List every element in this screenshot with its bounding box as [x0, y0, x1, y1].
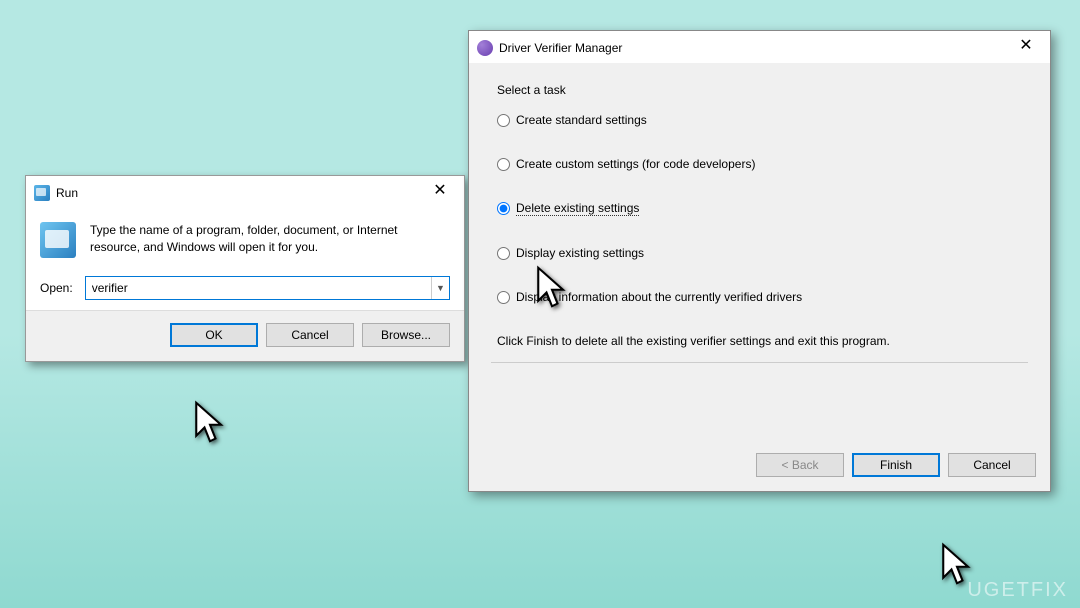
- ok-button[interactable]: OK: [170, 323, 258, 347]
- verifier-title: Driver Verifier Manager: [499, 41, 622, 55]
- open-input[interactable]: [86, 277, 431, 299]
- chevron-down-icon[interactable]: ▼: [431, 277, 449, 299]
- back-button[interactable]: < Back: [756, 453, 844, 477]
- cancel-button[interactable]: Cancel: [948, 453, 1036, 477]
- run-titlebar: Run ✕: [26, 176, 464, 208]
- run-app-icon: [40, 222, 76, 258]
- verifier-icon: [477, 40, 493, 56]
- cancel-button[interactable]: Cancel: [266, 323, 354, 347]
- browse-button[interactable]: Browse...: [362, 323, 450, 347]
- radio-label: Create custom settings (for code develop…: [516, 157, 755, 171]
- radio-label: Display existing settings: [516, 246, 644, 260]
- select-task-label: Select a task: [497, 83, 1022, 97]
- run-dialog: Run ✕ Type the name of a program, folder…: [25, 175, 465, 362]
- radio-display-settings[interactable]: Display existing settings: [497, 246, 1022, 260]
- cursor-icon: [193, 400, 227, 444]
- run-title: Run: [56, 186, 78, 200]
- radio-label: Delete existing settings: [516, 201, 639, 216]
- open-combobox[interactable]: ▼: [85, 276, 450, 300]
- radio-delete-settings[interactable]: Delete existing settings: [497, 201, 1022, 216]
- verifier-hint: Click Finish to delete all the existing …: [497, 334, 1022, 348]
- radio-label: Display information about the currently …: [516, 290, 802, 304]
- verifier-dialog: Driver Verifier Manager ✕ Select a task …: [468, 30, 1051, 492]
- radio-label: Create standard settings: [516, 113, 647, 127]
- open-label: Open:: [40, 281, 73, 295]
- close-icon[interactable]: ✕: [424, 182, 456, 204]
- watermark: UGETFIX: [967, 579, 1068, 602]
- radio-standard-settings[interactable]: Create standard settings: [497, 113, 1022, 127]
- finish-button[interactable]: Finish: [852, 453, 940, 477]
- verifier-titlebar: Driver Verifier Manager ✕: [469, 31, 1050, 63]
- radio-display-info[interactable]: Display information about the currently …: [497, 290, 1022, 304]
- run-icon: [34, 185, 50, 201]
- run-message: Type the name of a program, folder, docu…: [90, 222, 450, 256]
- close-icon[interactable]: ✕: [1010, 37, 1042, 59]
- separator: [491, 362, 1028, 363]
- radio-custom-settings[interactable]: Create custom settings (for code develop…: [497, 157, 1022, 171]
